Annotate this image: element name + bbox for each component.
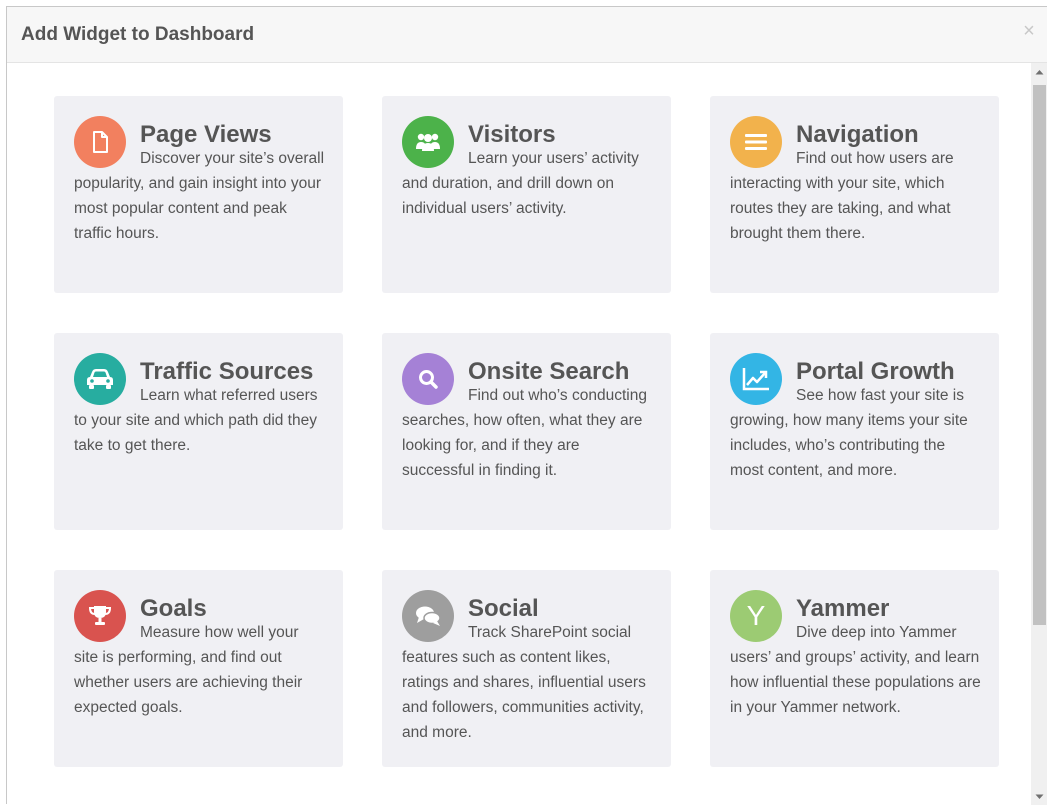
- widget-card-page-views[interactable]: Page Views Discover your site’s overall …: [54, 96, 343, 293]
- trophy-icon: [74, 590, 126, 642]
- widget-card-yammer[interactable]: Y Yammer Dive deep into Yammer users’ an…: [710, 570, 999, 767]
- chat-bubbles-icon: [402, 590, 454, 642]
- widget-card-onsite-search[interactable]: Onsite Search Find out who’s conducting …: [382, 333, 671, 530]
- yammer-icon: Y: [730, 590, 782, 642]
- widget-card-traffic-sources[interactable]: Traffic Sources Learn what referred user…: [54, 333, 343, 530]
- widget-grid: Page Views Discover your site’s overall …: [7, 63, 1030, 805]
- scroll-up-arrow-icon[interactable]: [1031, 63, 1047, 80]
- car-icon: [74, 353, 126, 405]
- scrollbar-thumb[interactable]: [1033, 85, 1046, 625]
- dialog-header: Add Widget to Dashboard ×: [7, 7, 1047, 63]
- search-icon: [402, 353, 454, 405]
- vertical-scrollbar[interactable]: [1031, 63, 1047, 805]
- growth-chart-icon: [730, 353, 782, 405]
- document-icon: [74, 116, 126, 168]
- users-icon: [402, 116, 454, 168]
- widget-card-portal-growth[interactable]: Portal Growth See how fast your site is …: [710, 333, 999, 530]
- widget-card-goals[interactable]: Goals Measure how well your site is perf…: [54, 570, 343, 767]
- menu-icon: [730, 116, 782, 168]
- yammer-letter: Y: [746, 600, 766, 631]
- add-widget-dialog: Add Widget to Dashboard × Page Views Dis…: [6, 6, 1047, 805]
- scroll-down-arrow-icon[interactable]: [1031, 788, 1047, 805]
- close-icon[interactable]: ×: [1019, 19, 1039, 43]
- widget-card-social[interactable]: Social Track SharePoint social features …: [382, 570, 671, 767]
- widget-card-visitors[interactable]: Visitors Learn your users’ activity and …: [382, 96, 671, 293]
- dialog-title: Add Widget to Dashboard: [21, 24, 255, 45]
- widget-card-navigation[interactable]: Navigation Find out how users are intera…: [710, 96, 999, 293]
